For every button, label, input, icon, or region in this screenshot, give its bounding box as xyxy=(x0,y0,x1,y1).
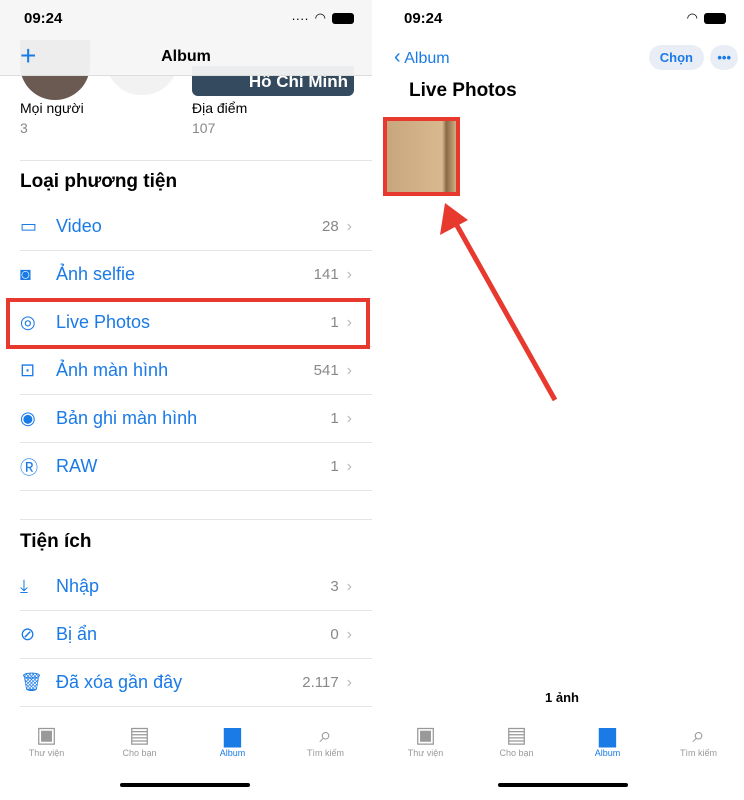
tab-label: Cho bạn xyxy=(499,748,534,758)
tab-for-you[interactable]: ▤ Cho bạn xyxy=(100,722,180,758)
status-time: 09:24 xyxy=(24,10,63,27)
tab-label: Album xyxy=(594,748,621,758)
tab-label: Tìm kiếm xyxy=(307,748,344,758)
item-label: Bản ghi màn hình xyxy=(56,408,198,428)
search-icon: ⌕ xyxy=(319,722,332,747)
status-icons: ···· ◠ xyxy=(291,10,354,26)
tab-for-you[interactable]: ▤ Cho bạn xyxy=(477,722,557,758)
screen-record-icon: ◉ xyxy=(20,408,36,428)
chevron-right-icon: › xyxy=(346,217,352,235)
item-count: 0 xyxy=(330,626,339,643)
arrow-annotation xyxy=(440,203,558,402)
item-label: Ảnh selfie xyxy=(56,264,136,284)
hidden-icon: ⊘ xyxy=(20,624,36,644)
selfie-icon: ◙ xyxy=(20,264,31,284)
tab-album[interactable]: ▆ Album xyxy=(193,722,273,758)
item-label: RAW xyxy=(56,456,98,476)
battery-icon xyxy=(332,12,354,24)
album-icon: ▆ xyxy=(224,722,241,747)
tab-photos[interactable]: ▣ Thư viện xyxy=(7,722,87,758)
chevron-right-icon: › xyxy=(346,673,352,691)
tab-search[interactable]: ⌕ Tìm kiếm xyxy=(659,722,739,758)
places-album[interactable]: Hồ Chí Minh Địa điểm 107 xyxy=(192,66,354,136)
tab-label: Thư viện xyxy=(28,748,65,758)
page-title: Album xyxy=(161,48,211,65)
screenshot-icon: ⊡ xyxy=(20,360,36,380)
item-label: Video xyxy=(56,216,102,236)
search-icon: ⌕ xyxy=(692,722,705,747)
photos-icon: ▣ xyxy=(415,722,436,747)
album-icon: ▆ xyxy=(599,722,616,747)
item-label: Nhập xyxy=(56,576,100,596)
import-icon: ⤓ xyxy=(20,576,28,596)
list-item[interactable]: ▭ Video 28 › xyxy=(20,203,372,251)
for-you-icon: ▤ xyxy=(129,722,150,747)
people-album[interactable]: Mọi người 3 xyxy=(20,40,90,136)
tab-bar: ▣ Thư viện ▤ Cho bạn ▆ Album ⌕ Tìm kiếm xyxy=(0,722,372,758)
photos-icon: ▣ xyxy=(36,722,57,747)
home-indicator xyxy=(498,783,628,787)
item-label: Bị ẩn xyxy=(56,624,98,644)
trash-icon: 🗑 xyxy=(20,672,43,692)
item-count: 1 xyxy=(330,410,339,427)
tab-photos[interactable]: ▣ Thư viện xyxy=(386,722,466,758)
tab-label: Thư viện xyxy=(407,748,444,758)
tab-label: Cho bạn xyxy=(122,748,157,758)
chevron-right-icon: › xyxy=(346,625,352,643)
section-header: Tiện ích xyxy=(20,531,92,552)
list-item[interactable]: 🗑 Đã xóa gần đây 2.117 › xyxy=(20,659,372,707)
item-count: 1 xyxy=(330,458,339,475)
section-header: Loại phương tiện xyxy=(20,171,178,192)
item-label: Ảnh màn hình xyxy=(56,360,169,380)
chevron-right-icon: › xyxy=(346,361,352,379)
chevron-right-icon: › xyxy=(346,457,352,475)
list-item[interactable]: ⤓ Nhập 3 › xyxy=(20,563,372,611)
item-count: 3 xyxy=(330,578,339,595)
tab-search[interactable]: ⌕ Tìm kiếm xyxy=(286,722,366,758)
item-label: Đã xóa gần đây xyxy=(56,672,183,692)
album-count: 107 xyxy=(192,120,216,136)
list-item[interactable]: ⊘ Bị ẩn 0 › xyxy=(20,611,372,659)
tab-bar: ▣ Thư viện ▤ Cho bạn ▆ Album ⌕ Tìm kiếm xyxy=(380,722,744,758)
list-item[interactable]: ◉ Bản ghi màn hình 1 › xyxy=(20,395,372,443)
highlight-box xyxy=(6,298,370,349)
video-icon: ▭ xyxy=(20,216,38,236)
item-count: 141 xyxy=(313,266,339,283)
nav-bar: 09:24 ···· ◠ + Album xyxy=(0,0,372,76)
list-item[interactable]: Ⓡ RAW 1 › xyxy=(20,443,372,491)
album-count: 3 xyxy=(20,120,28,136)
photo-count: 1 ảnh xyxy=(545,690,579,705)
album-screen: Mọi người 3 Hồ Chí Minh Địa điểm 107 09:… xyxy=(0,0,372,800)
album-label: Địa điểm xyxy=(192,100,248,116)
live-photos-screen: 09:24 ◠ ‹ Album Chọn ••• Live Photos 1 ả… xyxy=(380,0,744,800)
for-you-icon: ▤ xyxy=(506,722,527,747)
list-item[interactable]: ⊡ Ảnh màn hình 541 › xyxy=(20,347,372,395)
item-count: 541 xyxy=(313,362,339,379)
chevron-right-icon: › xyxy=(346,409,352,427)
tab-album[interactable]: ▆ Album xyxy=(568,722,648,758)
chevron-right-icon: › xyxy=(346,265,352,283)
chevron-right-icon: › xyxy=(346,577,352,595)
list-item[interactable]: ◙ Ảnh selfie 141 › xyxy=(20,251,372,299)
signal-icon: ···· xyxy=(291,10,309,26)
item-count: 2.117 xyxy=(302,674,339,691)
album-label: Mọi người xyxy=(20,100,84,116)
item-count: 28 xyxy=(321,218,339,235)
raw-icon: Ⓡ xyxy=(20,457,38,478)
tab-label: Album xyxy=(219,748,246,758)
wifi-icon: ◠ xyxy=(314,10,326,25)
home-indicator xyxy=(120,783,250,787)
tab-label: Tìm kiếm xyxy=(680,748,717,758)
